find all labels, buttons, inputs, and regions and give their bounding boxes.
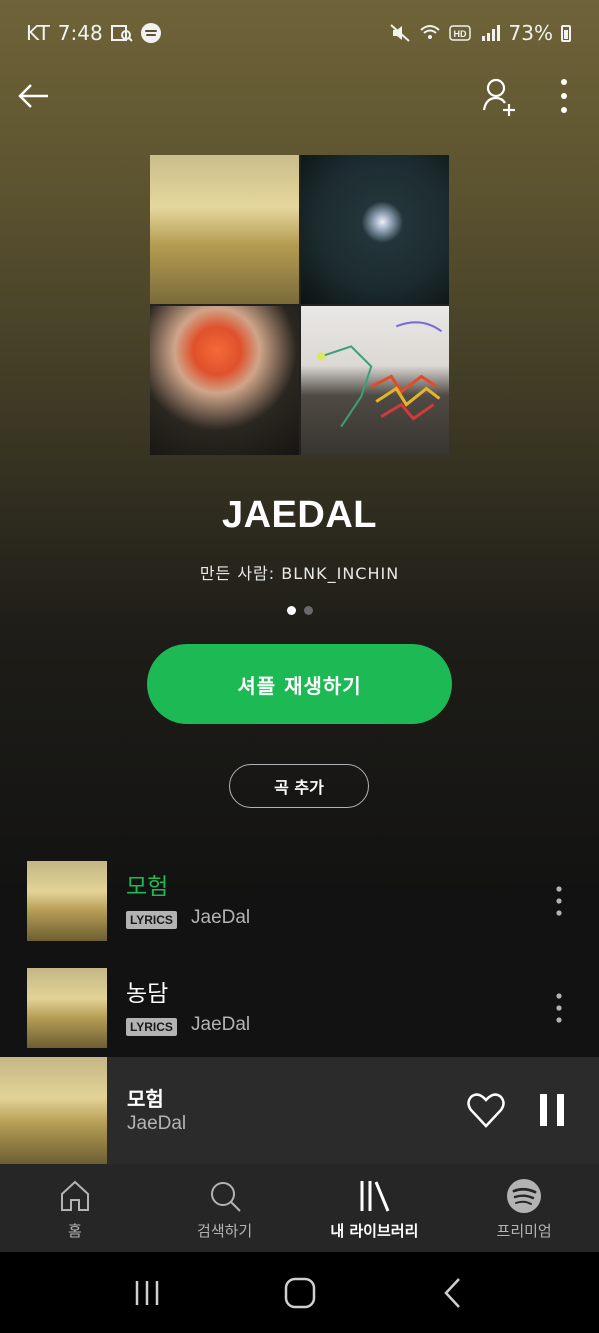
track-thumbnail <box>27 861 107 941</box>
gallery-search-icon <box>110 25 133 42</box>
playlist-title: JAEDAL <box>221 494 378 536</box>
nav-library-label: 내 라이브러리 <box>330 1222 419 1240</box>
recent-apps-icon[interactable] <box>127 1273 167 1313</box>
mute-icon <box>389 24 410 42</box>
back-arrow-icon[interactable] <box>14 76 54 116</box>
clock: 7:48 <box>57 21 103 45</box>
search-icon <box>210 1182 241 1212</box>
system-navigation-bar <box>0 1252 599 1333</box>
cover-tile-fireworks <box>300 155 449 304</box>
carrier: KT <box>26 21 50 45</box>
shuffle-play-button[interactable]: 셔플 재생하기 <box>147 644 452 724</box>
nav-home-label: 홈 <box>67 1222 82 1240</box>
nav-home[interactable]: 홈 <box>0 1164 150 1252</box>
nav-premium-label: 프리미엄 <box>496 1222 552 1240</box>
status-left: KT 7:48 <box>26 21 161 45</box>
battery-percent: 73% <box>508 21 553 45</box>
track-row[interactable]: 농담 LYRICS JaeDal <box>0 968 599 1050</box>
track-artist: JaeDal <box>191 907 251 928</box>
wifi-calling-icon <box>419 25 440 39</box>
hd-voice-icon: HD <box>448 25 471 41</box>
mini-player[interactable]: 모험 JaeDal <box>0 1057 599 1164</box>
track-thumbnail <box>27 968 107 1048</box>
bottom-navigation: 홈 검색하기 내 라이브러리 프리미엄 <box>0 1164 599 1252</box>
heart-icon[interactable] <box>466 1091 506 1129</box>
now-playing-artist: JaeDal <box>127 1113 187 1134</box>
status-bar: KT 7:48 HD 73% <box>0 0 599 66</box>
now-playing-title: 모험 <box>127 1087 164 1111</box>
nav-library[interactable]: 내 라이브러리 <box>300 1164 450 1252</box>
add-collaborator-icon[interactable] <box>476 74 520 118</box>
cover-tile-beach <box>150 155 299 304</box>
playlist-creator[interactable]: 만든 사람: BLNK_INCHIN <box>0 560 599 584</box>
track-more-icon[interactable] <box>545 988 573 1028</box>
home-button-icon[interactable] <box>280 1273 320 1313</box>
cover-tile-drawing <box>300 306 449 455</box>
page-dot-1 <box>286 606 296 615</box>
drawing-art-icon <box>316 321 442 428</box>
battery-icon <box>561 24 571 42</box>
add-song-button[interactable]: 곡 추가 <box>229 764 369 808</box>
spotify-icon <box>507 1179 542 1213</box>
cover-tile-portrait <box>150 306 299 455</box>
svg-text:HD: HD <box>453 29 466 39</box>
now-playing-thumbnail <box>0 1057 107 1164</box>
nav-premium[interactable]: 프리미엄 <box>449 1164 599 1252</box>
nav-search-label: 검색하기 <box>197 1222 253 1240</box>
library-icon <box>360 1181 390 1212</box>
lyrics-badge: LYRICS <box>126 1018 177 1036</box>
top-app-bar <box>0 66 599 126</box>
signal-icon <box>481 25 500 41</box>
status-right: HD 73% <box>389 21 571 45</box>
pause-icon[interactable] <box>536 1091 568 1129</box>
playlist-cover <box>150 155 449 455</box>
page-dot-2 <box>303 606 313 615</box>
spotify-notification-icon <box>140 23 161 43</box>
track-title: 모험 <box>126 874 169 900</box>
more-options-icon[interactable] <box>549 74 579 118</box>
track-more-icon[interactable] <box>545 881 573 921</box>
system-back-icon[interactable] <box>433 1273 473 1313</box>
track-artist: JaeDal <box>191 1014 251 1035</box>
track-row[interactable]: 모험 LYRICS JaeDal <box>0 861 599 943</box>
nav-search[interactable]: 검색하기 <box>150 1164 300 1252</box>
page-indicator <box>0 606 599 615</box>
track-title: 농담 <box>126 981 169 1007</box>
home-icon <box>60 1180 89 1211</box>
lyrics-badge: LYRICS <box>126 911 177 929</box>
